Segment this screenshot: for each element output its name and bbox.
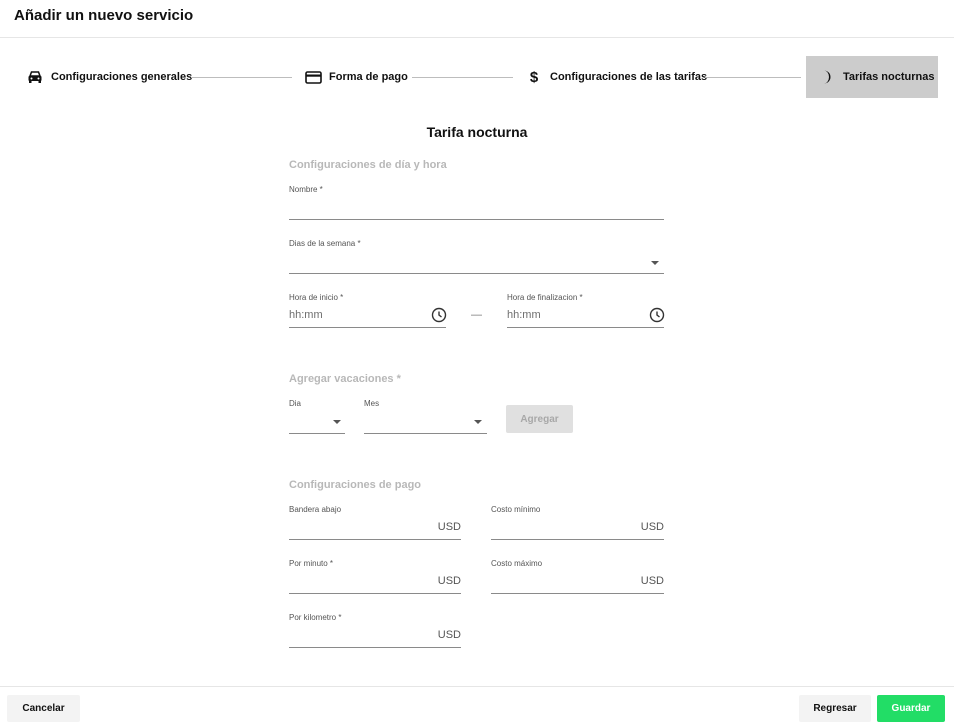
currency-suffix: USD [437, 575, 461, 587]
end-time-placeholder: hh:mm [507, 309, 541, 321]
name-label: Nombre * [289, 185, 323, 194]
start-time-placeholder: hh:mm [289, 309, 323, 321]
credit-card-icon [304, 68, 322, 86]
step-tarifas-nocturnas[interactable]: Tarifas nocturnas [806, 56, 938, 98]
start-time-input[interactable]: hh:mm [289, 305, 447, 328]
flag-down-label: Bandera abajo [289, 505, 342, 514]
section-heading-payment: Configuraciones de pago [289, 479, 422, 491]
chevron-down-icon [474, 420, 482, 424]
step-label: Configuraciones de las tarifas [550, 71, 708, 83]
cancel-button[interactable]: Cancelar [7, 695, 80, 722]
clock-icon[interactable] [431, 307, 447, 323]
step-configuraciones-tarifas[interactable]: $ Configuraciones de las tarifas [519, 56, 707, 98]
input-underline [364, 433, 487, 434]
per-km-label: Por kilometro * [289, 613, 342, 622]
input-underline [289, 327, 446, 328]
input-underline [289, 539, 461, 540]
currency-suffix: USD [640, 575, 664, 587]
name-input[interactable] [289, 198, 664, 220]
add-holiday-button[interactable]: Agregar [506, 405, 573, 433]
day-select[interactable] [289, 411, 345, 434]
dialog-title: Añadir un nuevo servicio [14, 7, 194, 24]
end-time-label: Hora de finalizacion * [507, 293, 583, 302]
input-underline [491, 539, 664, 540]
max-cost-label: Costo máximo [491, 559, 543, 568]
currency-suffix: USD [640, 521, 664, 533]
input-underline [491, 593, 664, 594]
dollar-icon: $ [525, 68, 543, 86]
back-button[interactable]: Regresar [799, 695, 871, 722]
per-minute-input[interactable]: USD [289, 571, 461, 594]
step-connector [191, 77, 292, 78]
weekdays-select[interactable] [289, 252, 664, 274]
step-forma-de-pago[interactable]: Forma de pago [298, 56, 408, 98]
section-heading-day-time: Configuraciones de día y hora [289, 159, 447, 171]
start-time-label: Hora de inicio * [289, 293, 344, 302]
car-icon [26, 68, 44, 86]
currency-suffix: USD [437, 629, 461, 641]
input-underline [289, 219, 664, 220]
save-button[interactable]: Guardar [877, 695, 945, 722]
per-km-input[interactable]: USD [289, 625, 461, 648]
per-minute-label: Por minuto * [289, 559, 334, 568]
clock-icon[interactable] [649, 307, 665, 323]
title-divider [0, 37, 954, 38]
weekdays-label: Dias de la semana * [289, 239, 361, 248]
step-connector [412, 77, 513, 78]
chevron-down-icon [333, 420, 341, 424]
month-select[interactable] [364, 411, 487, 434]
input-underline [289, 593, 461, 594]
max-cost-input[interactable]: USD [491, 571, 664, 594]
moon-icon [818, 68, 836, 86]
step-label: Configuraciones generales [51, 71, 193, 83]
day-label: Dia [289, 399, 302, 408]
step-label: Tarifas nocturnas [843, 71, 935, 83]
min-cost-input[interactable]: USD [491, 517, 664, 540]
input-underline [289, 433, 345, 434]
month-label: Mes [364, 399, 380, 408]
step-label: Forma de pago [329, 71, 408, 83]
currency-suffix: USD [437, 521, 461, 533]
section-heading-holidays: Agregar vacaciones * [289, 373, 401, 385]
time-range-separator: — [471, 309, 482, 321]
input-underline [289, 647, 461, 648]
min-cost-label: Costo mínimo [491, 505, 541, 514]
input-underline [289, 273, 664, 274]
flag-down-input[interactable]: USD [289, 517, 461, 540]
svg-text:$: $ [530, 69, 539, 85]
input-underline [507, 327, 664, 328]
chevron-down-icon [651, 261, 659, 265]
step-configuraciones-generales[interactable]: Configuraciones generales [20, 56, 192, 98]
end-time-input[interactable]: hh:mm [507, 305, 665, 328]
footer-divider [0, 686, 954, 687]
form-title: Tarifa nocturna [426, 124, 528, 140]
step-connector [705, 77, 801, 78]
